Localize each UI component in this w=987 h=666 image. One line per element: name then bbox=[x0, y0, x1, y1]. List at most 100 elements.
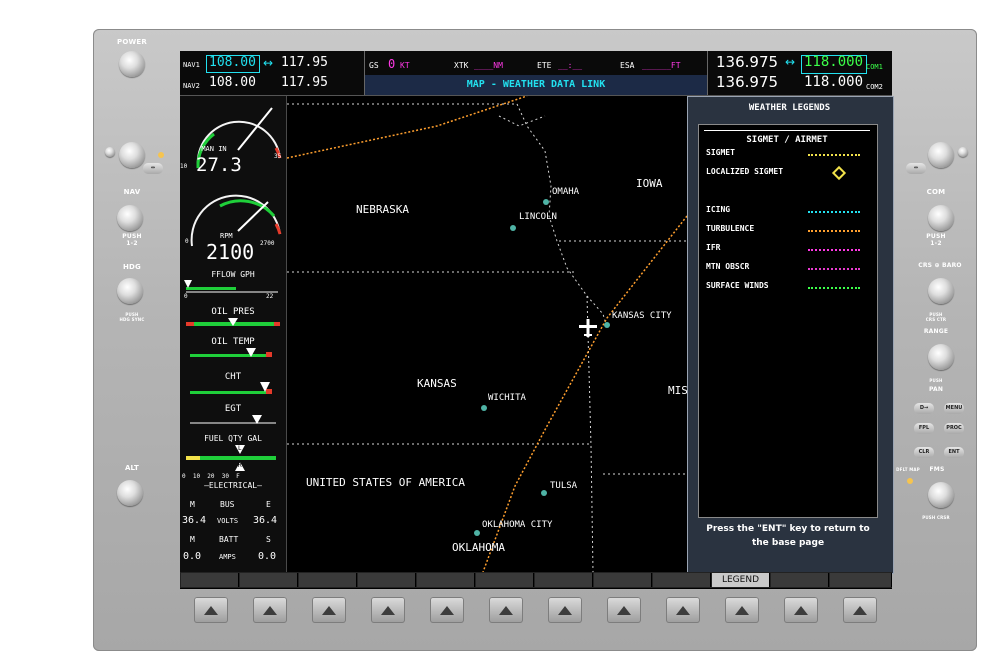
man-in-pointer bbox=[237, 107, 273, 151]
omaha-label: OMAHA bbox=[552, 187, 580, 197]
crs-baro-label: CRS ⊕ BARO bbox=[918, 262, 962, 269]
esa-value: ______FT bbox=[642, 61, 681, 70]
legend-swatch-surface-winds bbox=[808, 287, 860, 289]
softkey-6[interactable] bbox=[489, 597, 523, 623]
pan-push-label: PUSH bbox=[929, 378, 943, 383]
nav2-active-freq: 108.00 bbox=[209, 75, 256, 90]
gs-unit: KT bbox=[400, 61, 410, 70]
nav-indicator-led bbox=[158, 152, 164, 158]
up-arrow-icon bbox=[735, 606, 749, 615]
softkey-4[interactable] bbox=[371, 597, 405, 623]
alt-knob[interactable] bbox=[117, 480, 143, 506]
nav-swap-button[interactable]: ⇔ bbox=[143, 163, 163, 174]
fuel-scale: 0 10 20 30 F bbox=[182, 473, 240, 480]
range-joystick[interactable] bbox=[928, 344, 954, 370]
crs-push-label: PUSH CRS CTR bbox=[925, 312, 947, 322]
legend-swatch-mtn-obscr bbox=[808, 268, 860, 270]
fflow-label: FFLOW GPH bbox=[211, 270, 255, 279]
softkey-3[interactable] bbox=[312, 597, 346, 623]
direct-to-button[interactable]: D→ bbox=[914, 403, 934, 414]
up-arrow-icon bbox=[440, 606, 454, 615]
ownship-airplane-icon bbox=[579, 319, 597, 337]
legend-swatch-ifr bbox=[808, 249, 860, 251]
batt-s-label: S bbox=[266, 535, 271, 544]
ete-label: ETE bbox=[537, 61, 552, 70]
fuel-right-marker: R bbox=[238, 462, 242, 469]
softkey-7[interactable] bbox=[548, 597, 582, 623]
kansas-label: KANSAS bbox=[417, 377, 457, 390]
softkey-label-1 bbox=[181, 573, 239, 587]
nav-ident-button[interactable] bbox=[105, 147, 115, 157]
com-squelch-button[interactable] bbox=[958, 147, 968, 157]
softkey-2[interactable] bbox=[253, 597, 287, 623]
divider bbox=[707, 51, 708, 95]
up-arrow-icon bbox=[263, 606, 277, 615]
xtk-value: ____NM bbox=[474, 61, 503, 70]
push-crsr-label: PUSH CRSR bbox=[922, 515, 950, 520]
wichita-label: WICHITA bbox=[488, 393, 526, 403]
com2-standby-freq: 136.975 bbox=[716, 73, 779, 91]
ent-button[interactable]: ENT bbox=[944, 447, 964, 458]
fflow-min: 0 bbox=[184, 293, 188, 300]
gs-label: GS bbox=[369, 61, 379, 70]
legend-list-box bbox=[698, 124, 878, 518]
weather-map[interactable] bbox=[287, 96, 687, 572]
fuel-yellow-band bbox=[186, 456, 200, 460]
nav-tuning-knob[interactable] bbox=[117, 205, 143, 231]
clr-button[interactable]: CLR bbox=[914, 447, 934, 458]
softkey-legend[interactable] bbox=[725, 597, 759, 623]
softkey-label-3 bbox=[299, 573, 357, 587]
rpm-min: 0 bbox=[185, 238, 189, 245]
legend-section-title: SIGMET / AIRMET bbox=[746, 135, 828, 145]
menu-button[interactable]: MENU bbox=[944, 403, 964, 414]
softkey-1[interactable] bbox=[194, 597, 228, 623]
fpl-button[interactable]: FPL bbox=[914, 423, 934, 434]
com1-label: COM1 bbox=[866, 63, 883, 71]
airways bbox=[287, 96, 687, 572]
legend-item-ifr: IFR bbox=[706, 243, 721, 252]
xtk-label: XTK bbox=[454, 61, 469, 70]
fflow-max: 22 bbox=[266, 293, 274, 300]
legend-item-sigmet: SIGMET bbox=[706, 148, 735, 157]
volts-m-value: 36.4 bbox=[182, 515, 207, 526]
power-button[interactable] bbox=[119, 51, 145, 77]
softkey-8[interactable] bbox=[607, 597, 641, 623]
country-label: UNITED STATES OF AMERICA bbox=[306, 476, 465, 489]
up-arrow-icon bbox=[322, 606, 336, 615]
softkey-label-11 bbox=[771, 573, 829, 587]
softkey-label-9 bbox=[653, 573, 711, 587]
rpm-value: 2100 bbox=[206, 240, 255, 264]
oil-temp-red-band bbox=[266, 352, 272, 357]
com-tuning-knob[interactable] bbox=[928, 205, 954, 231]
softkey-9[interactable] bbox=[666, 597, 700, 623]
up-arrow-icon bbox=[794, 606, 808, 615]
softkey-11[interactable] bbox=[784, 597, 818, 623]
bus-e-label: E bbox=[266, 500, 271, 509]
fms-knob[interactable] bbox=[928, 482, 954, 508]
man-in-value: 27.3 bbox=[196, 154, 242, 176]
tulsa-label: TULSA bbox=[550, 481, 578, 491]
softkey-label-8 bbox=[594, 573, 652, 587]
dflt-map-label: DFLT MAP bbox=[896, 467, 920, 472]
fms-indicator-led bbox=[907, 478, 913, 484]
com-push-label: PUSH 1-2 bbox=[926, 233, 946, 247]
amps-label: AMPS bbox=[219, 553, 236, 561]
alt-label: ALT bbox=[124, 464, 140, 472]
com-volume-knob[interactable] bbox=[928, 142, 954, 168]
man-in-label: MAN IN bbox=[201, 145, 227, 153]
legend-swatch-icing bbox=[808, 211, 860, 213]
hdg-knob[interactable] bbox=[117, 278, 143, 304]
proc-button[interactable]: PROC bbox=[944, 423, 964, 434]
softkey-12[interactable] bbox=[843, 597, 877, 623]
nav-volume-knob[interactable] bbox=[119, 142, 145, 168]
fuel-green-band bbox=[200, 456, 276, 460]
fuel-qty-label: FUEL QTY GAL bbox=[204, 434, 262, 443]
legend-item-localized-sigmet: LOCALIZED SIGMET bbox=[706, 167, 784, 176]
electrical-label: —ELECTRICAL— bbox=[204, 481, 262, 490]
com-swap-button[interactable]: ⇔ bbox=[906, 163, 926, 174]
crs-baro-knob[interactable] bbox=[928, 278, 954, 304]
cht-label: CHT bbox=[224, 372, 242, 382]
softkey-5[interactable] bbox=[430, 597, 464, 623]
range-label: RANGE bbox=[923, 328, 949, 335]
nav-label: NAV bbox=[123, 188, 141, 196]
